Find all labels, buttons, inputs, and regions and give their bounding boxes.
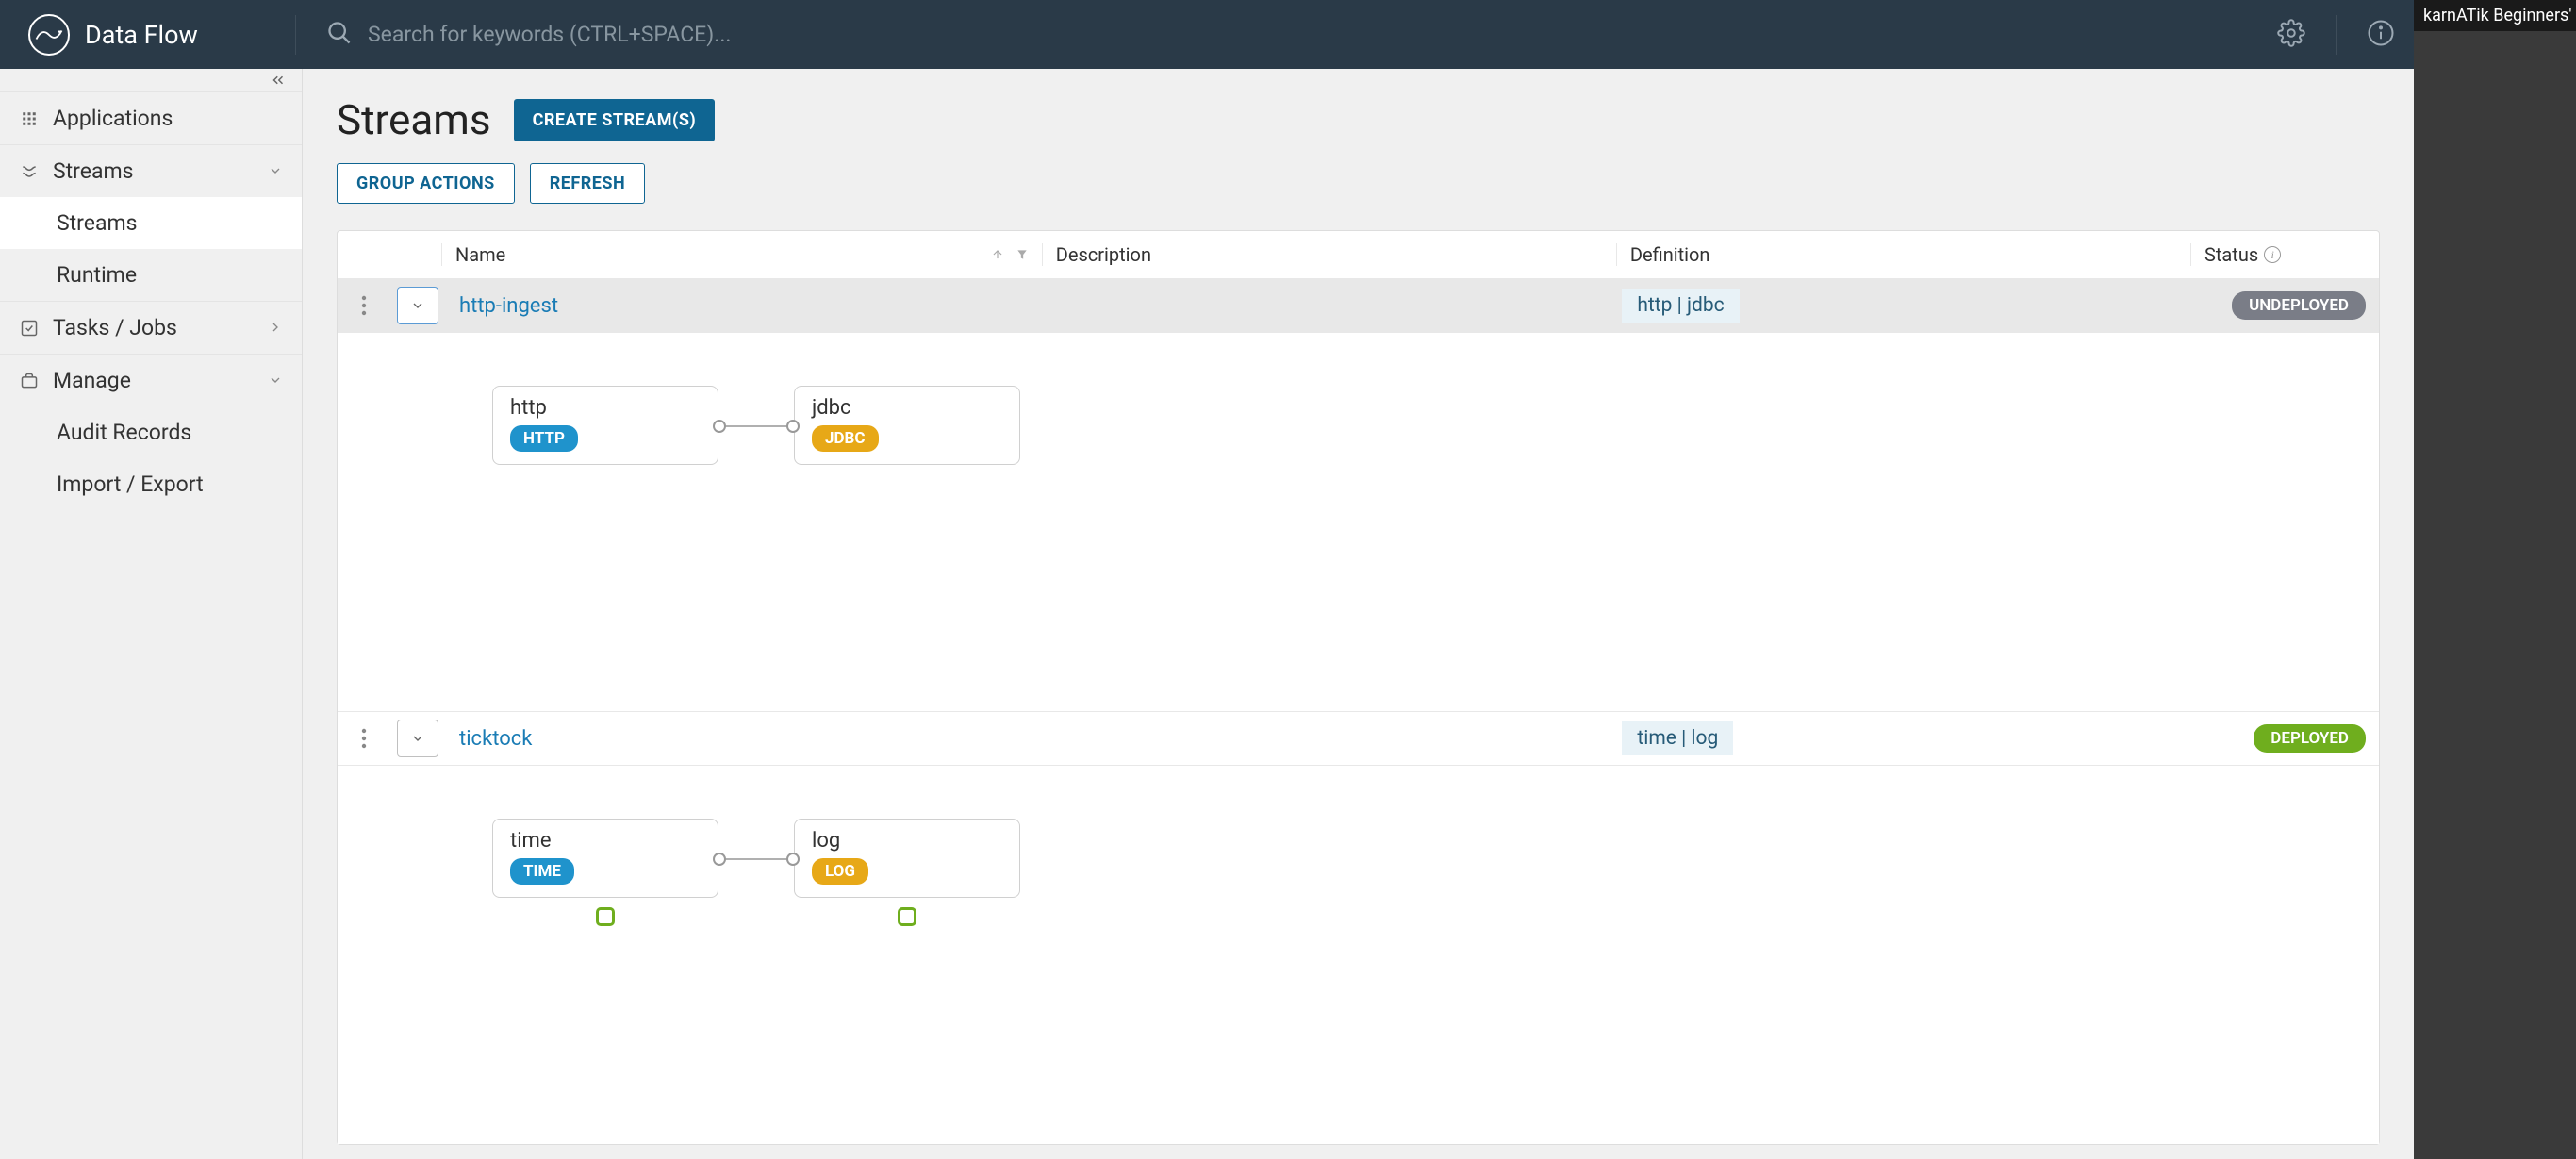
col-name-header[interactable]: Name (455, 243, 505, 266)
node-name: jdbc (812, 396, 1002, 420)
node-name: http (510, 396, 701, 420)
chevron-down-icon (268, 158, 283, 184)
tasks-icon (19, 319, 40, 338)
page-title: Streams (337, 95, 491, 144)
refresh-button[interactable]: REFRESH (530, 163, 645, 204)
row-actions-button[interactable] (338, 728, 389, 749)
definition-chip: time | log (1622, 721, 1733, 755)
sidebar-label: Streams (53, 158, 255, 184)
graph-node[interactable]: time TIME (492, 819, 718, 898)
logo-icon (28, 14, 70, 56)
tooltip: karnATik Beginners' Les (2414, 0, 2576, 31)
sidebar-subitem-runtime[interactable]: Runtime (0, 249, 302, 301)
connector (718, 858, 794, 860)
divider (2336, 15, 2337, 55)
node-status-indicator (898, 907, 916, 926)
sidebar-item-tasks-jobs[interactable]: Tasks / Jobs (0, 301, 302, 354)
table-header-row: Name Description Definition Status i (338, 231, 2379, 278)
logo-area: Data Flow (28, 14, 295, 56)
col-description-header[interactable]: Description (1042, 243, 1616, 266)
graph-node[interactable]: log LOG (794, 819, 1020, 898)
status-badge: DEPLOYED (2254, 724, 2366, 753)
node-type-badge: JDBC (812, 425, 879, 452)
expand-row-button[interactable] (397, 287, 438, 324)
sidebar-subitem-import-export[interactable]: Import / Export (0, 458, 302, 510)
sidebar-subitem-audit[interactable]: Audit Records (0, 406, 302, 458)
divider (295, 15, 296, 55)
group-actions-button[interactable]: GROUP ACTIONS (337, 163, 515, 204)
sort-asc-icon[interactable] (991, 243, 1004, 266)
info-icon[interactable]: i (2264, 246, 2281, 263)
stream-name-link[interactable]: http-ingest (446, 294, 1054, 318)
main-content: Streams CREATE STREAM(S) GROUP ACTIONS R… (303, 69, 2414, 1159)
sidebar-label: Applications (53, 106, 283, 131)
search-input[interactable] (368, 22, 2258, 47)
grid-icon (19, 110, 40, 127)
connector (718, 425, 794, 427)
port-in-icon (786, 853, 800, 866)
node-name: time (510, 829, 701, 853)
app-header: Data Flow (0, 0, 2414, 69)
streams-table: Name Description Definition Status i (337, 230, 2380, 1145)
chevron-right-icon (268, 315, 283, 340)
port-in-icon (786, 420, 800, 433)
stream-summary[interactable]: http-ingest http | jdbc UNDEPLOYED (338, 279, 2379, 332)
col-status-header[interactable]: Status (2204, 243, 2258, 266)
stream-graph[interactable]: time TIME log LOG (338, 765, 2379, 1144)
port-out-icon (713, 853, 726, 866)
manage-icon (19, 372, 40, 390)
expand-row-button[interactable] (397, 720, 438, 757)
stream-graph[interactable]: http HTTP jdbc JDBC (338, 332, 2379, 711)
filter-icon[interactable] (1016, 243, 1029, 266)
search-icon (326, 20, 353, 50)
sidebar: Applications Streams Streams Runtime Tas… (0, 69, 303, 1159)
definition-chip: http | jdbc (1622, 289, 1739, 323)
col-definition-header[interactable]: Definition (1616, 243, 2190, 266)
stream-row: http-ingest http | jdbc UNDEPLOYED http H… (338, 278, 2379, 711)
chevron-down-icon (268, 368, 283, 393)
settings-icon[interactable] (2277, 19, 2305, 51)
info-icon[interactable] (2367, 19, 2395, 51)
create-stream-button[interactable]: CREATE STREAM(S) (514, 99, 716, 141)
stream-summary[interactable]: ticktock time | log DEPLOYED (338, 712, 2379, 765)
status-badge: UNDEPLOYED (2232, 291, 2366, 320)
sidebar-subitem-streams[interactable]: Streams (0, 197, 302, 249)
node-type-badge: TIME (510, 858, 574, 885)
app-name: Data Flow (85, 20, 198, 50)
stream-icon (19, 162, 40, 181)
node-name: log (812, 829, 1002, 853)
sidebar-item-applications[interactable]: Applications (0, 91, 302, 144)
stream-name-link[interactable]: ticktock (446, 727, 1054, 751)
stream-row: ticktock time | log DEPLOYED time TIME log… (338, 711, 2379, 1144)
graph-node[interactable]: jdbc JDBC (794, 386, 1020, 465)
node-type-badge: LOG (812, 858, 868, 885)
collapse-sidebar-button[interactable] (0, 69, 302, 91)
node-type-badge: HTTP (510, 425, 578, 452)
sidebar-item-streams[interactable]: Streams (0, 144, 302, 197)
sidebar-label: Tasks / Jobs (53, 315, 255, 340)
node-status-indicator (596, 907, 615, 926)
row-actions-button[interactable] (338, 295, 389, 316)
sidebar-item-manage[interactable]: Manage (0, 354, 302, 406)
right-panel: karnATik Beginners' Les (2414, 0, 2576, 1159)
port-out-icon (713, 420, 726, 433)
sidebar-label: Manage (53, 368, 255, 393)
search-area (326, 20, 2258, 50)
graph-node[interactable]: http HTTP (492, 386, 718, 465)
